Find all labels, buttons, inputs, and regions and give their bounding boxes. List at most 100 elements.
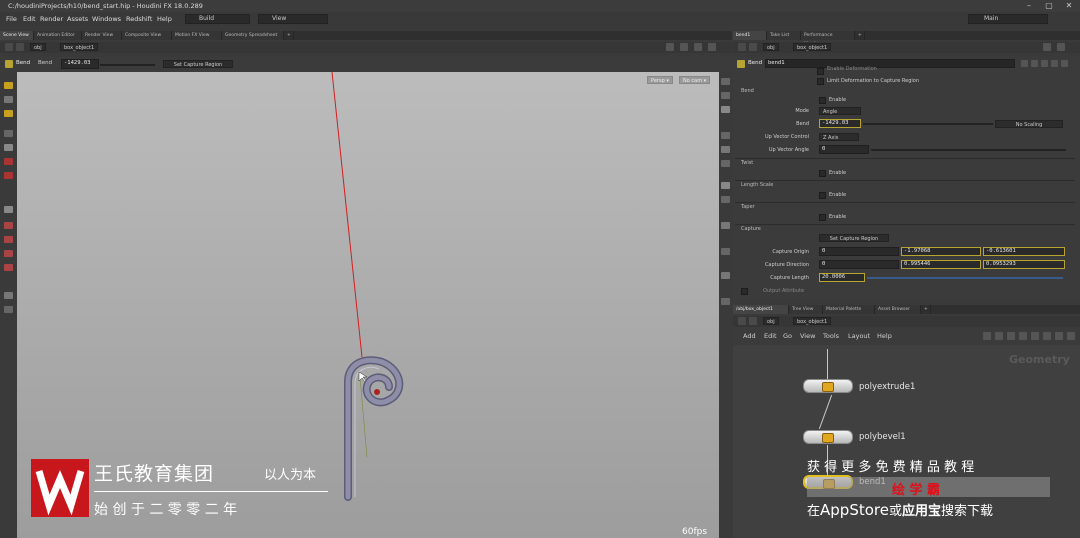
normals-icon[interactable]	[721, 146, 730, 153]
taper-enable-check[interactable]	[819, 214, 826, 221]
shaded-icon[interactable]	[721, 92, 730, 99]
add-tab-icon[interactable]: +	[921, 305, 931, 314]
path-object[interactable]: box_object1	[793, 43, 832, 51]
tab-composite-view[interactable]: Composite View	[122, 31, 172, 40]
bend-param-slider[interactable]	[863, 123, 993, 125]
gear-icon[interactable]	[1057, 43, 1065, 51]
display-tool-icon[interactable]	[4, 206, 13, 213]
view-tool-icon[interactable]	[4, 158, 13, 165]
network-box-icon[interactable]	[1043, 332, 1051, 340]
background-icon[interactable]	[721, 182, 730, 189]
tab-animation-editor[interactable]: Animation Editor	[34, 31, 82, 40]
lighting-icon[interactable]	[721, 196, 730, 203]
desktop-combo[interactable]: Build	[185, 14, 250, 24]
light-icon[interactable]	[4, 306, 13, 313]
menu-file[interactable]: File	[6, 12, 17, 26]
camera-icon[interactable]	[4, 292, 13, 299]
tab-asset-browser[interactable]: Asset Browser	[875, 305, 921, 314]
mode-select[interactable]: Angle	[819, 107, 861, 115]
safe-area-icon[interactable]	[721, 248, 730, 255]
tab-network-path[interactable]: /obj/box_object1	[733, 305, 789, 314]
tab-take-list[interactable]: Take List	[767, 31, 801, 40]
up-vector-angle-field[interactable]: 0	[819, 145, 869, 154]
node-polyextrude1[interactable]	[803, 379, 853, 393]
grid-snap-icon[interactable]	[4, 236, 13, 243]
close-icon[interactable]: ✕	[1060, 0, 1078, 12]
gear-icon[interactable]	[708, 43, 716, 51]
capture-direction-y[interactable]: 0.995446	[901, 260, 981, 269]
bend-field[interactable]: -1429.03	[819, 119, 861, 128]
no-scaling-select[interactable]: No Scaling	[995, 120, 1063, 128]
bend-value-field[interactable]: -1429.03	[61, 59, 99, 69]
net-menu-view[interactable]: View	[800, 332, 815, 340]
path-root[interactable]: obj	[30, 43, 46, 51]
capture-direction-x[interactable]: 0	[819, 260, 899, 269]
snap-icon[interactable]	[1007, 332, 1015, 340]
capture-length-field[interactable]: 20.0006	[819, 273, 865, 282]
net-menu-go[interactable]: Go	[783, 332, 792, 340]
length-enable-check[interactable]	[819, 192, 826, 199]
path-root[interactable]: obj	[763, 43, 779, 51]
capture-origin-z[interactable]: -0.613601	[983, 247, 1065, 256]
minimize-icon[interactable]: –	[1020, 0, 1038, 12]
frame-icon[interactable]	[1031, 332, 1039, 340]
rotate-tool-icon[interactable]	[4, 110, 13, 117]
layout-icon[interactable]	[694, 43, 702, 51]
tab-motion-fx-view[interactable]: Motion FX View	[172, 31, 222, 40]
set-capture-button[interactable]: Set Capture Region	[163, 60, 233, 68]
magnet-icon[interactable]	[4, 222, 13, 229]
tab-geometry-spreadsheet[interactable]: Geometry Spreadsheet	[222, 31, 284, 40]
menu-windows[interactable]: Windows	[92, 12, 121, 26]
add-tab-icon[interactable]: +	[284, 31, 294, 40]
capture-origin-x[interactable]: 0	[819, 247, 899, 256]
capture-length-slider[interactable]	[867, 277, 1063, 279]
up-vector-angle-slider[interactable]	[871, 149, 1066, 151]
path-object[interactable]: box_object1	[60, 43, 99, 51]
tab-material-palette[interactable]: Material Palette	[823, 305, 875, 314]
limit-deformation-check[interactable]	[817, 78, 824, 85]
maximize-icon[interactable]: ▢	[1040, 0, 1058, 12]
bend-enable-check[interactable]	[819, 97, 826, 104]
menu-assets[interactable]: Assets	[67, 12, 88, 26]
tab-scene-view[interactable]: Scene View	[0, 31, 34, 40]
output-attribute-check[interactable]	[741, 288, 748, 295]
pose-tool-icon[interactable]	[4, 130, 13, 137]
forward-icon[interactable]	[749, 43, 757, 51]
layout-combo[interactable]: Main	[968, 14, 1048, 24]
bend-handle[interactable]	[374, 389, 380, 395]
snapshot-icon[interactable]	[721, 298, 730, 305]
camera-view-icon[interactable]	[721, 222, 730, 229]
uv-icon[interactable]	[721, 160, 730, 167]
pin-icon[interactable]	[666, 43, 674, 51]
net-menu-add[interactable]: Add	[743, 332, 756, 340]
tool-icon[interactable]	[983, 332, 991, 340]
node-polybevel1[interactable]	[803, 430, 853, 444]
sticky-note-icon[interactable]	[1055, 332, 1063, 340]
wireframe-icon[interactable]	[721, 78, 730, 85]
net-menu-edit[interactable]: Edit	[764, 332, 777, 340]
path-object[interactable]: box_object1	[793, 317, 832, 325]
move-tool-icon[interactable]	[4, 96, 13, 103]
tab-performance-monitor[interactable]: Performance Monitor	[801, 31, 855, 47]
up-vector-control-select[interactable]: Z Axis	[819, 133, 859, 141]
link-icon[interactable]	[680, 43, 688, 51]
back-icon[interactable]	[738, 317, 746, 325]
menu-edit[interactable]: Edit	[23, 12, 36, 26]
snap-tool-icon[interactable]	[4, 172, 13, 179]
menu-render[interactable]: Render	[40, 12, 63, 26]
twist-enable-check[interactable]	[819, 170, 826, 177]
grid-icon[interactable]	[995, 332, 1003, 340]
handle-tool-icon[interactable]	[4, 144, 13, 151]
display-options-icon[interactable]	[721, 272, 730, 279]
layout-icon[interactable]	[1019, 332, 1027, 340]
capture-direction-z[interactable]: 0.0953293	[983, 260, 1065, 269]
tab-render-view[interactable]: Render View	[82, 31, 122, 40]
path-root[interactable]: obj	[763, 317, 779, 325]
gear-icon[interactable]	[1067, 332, 1075, 340]
prim-snap-icon[interactable]	[4, 250, 13, 257]
net-menu-tools[interactable]: Tools	[823, 332, 839, 340]
set-capture-region-button[interactable]: Set Capture Region	[819, 234, 889, 242]
bend-slider[interactable]	[100, 64, 155, 66]
forward-icon[interactable]	[16, 43, 24, 51]
pin-icon[interactable]	[1043, 43, 1051, 51]
